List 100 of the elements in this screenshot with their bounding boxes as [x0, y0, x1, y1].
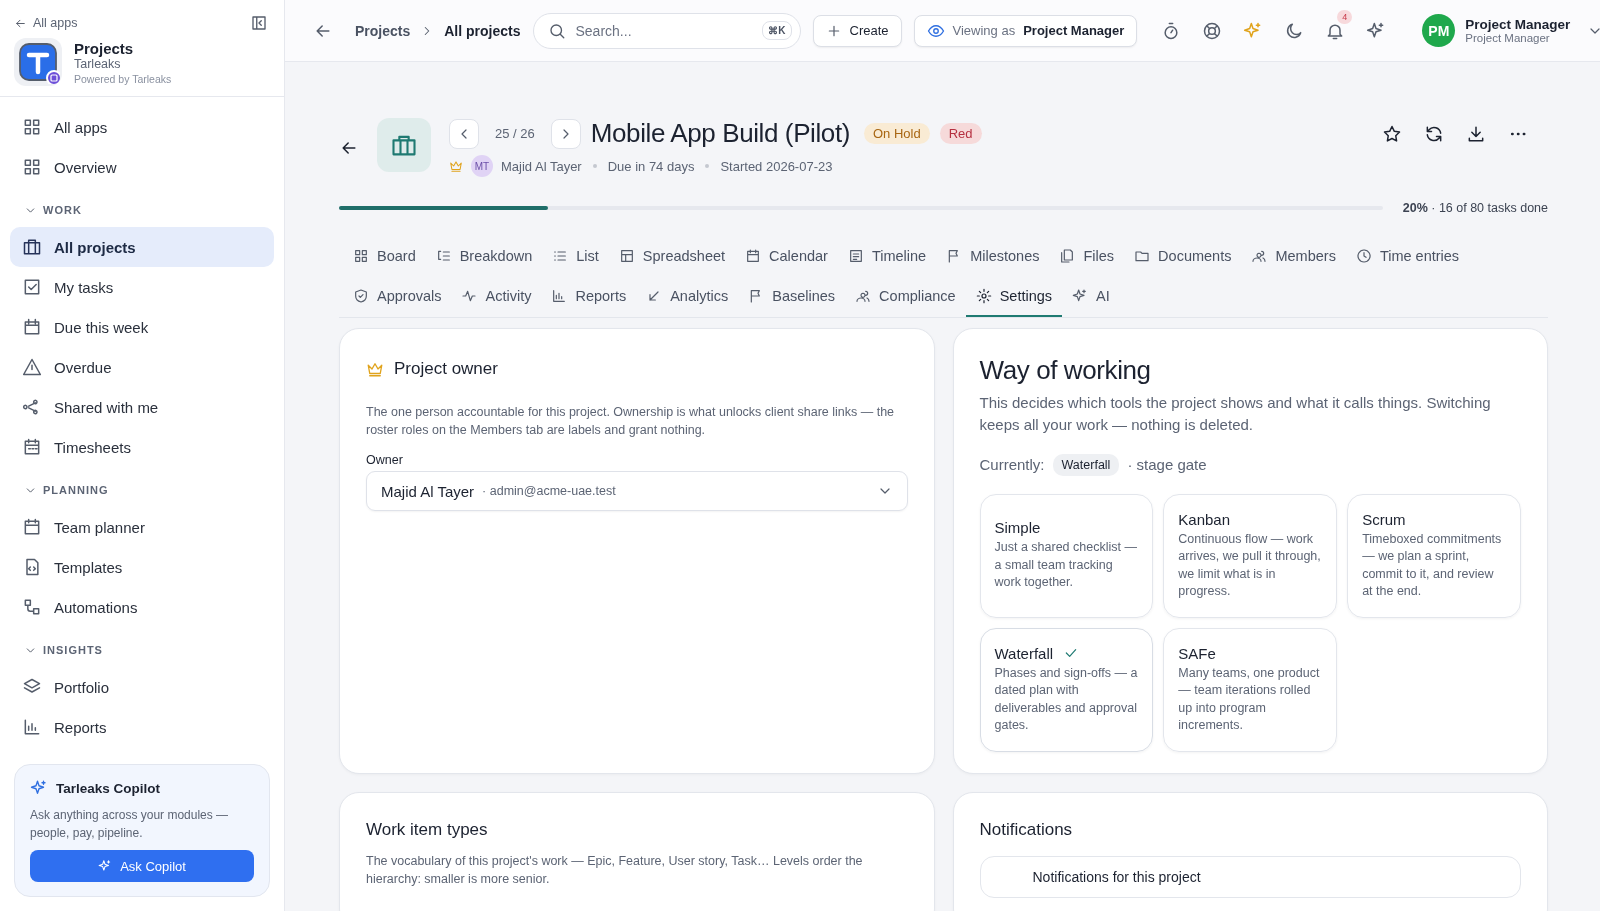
start-date: Started 2026-07-23	[720, 158, 833, 174]
table-icon	[618, 248, 635, 264]
search-input[interactable]: Search...	[573, 21, 755, 40]
search-field[interactable]: Search... ⌘K	[532, 12, 801, 49]
section-heading[interactable]: WORK	[10, 187, 274, 227]
briefcase-icon	[377, 118, 431, 172]
ask-copilot-button[interactable]: Ask Copilot	[30, 850, 254, 882]
sidebar-item[interactable]: Templates	[10, 547, 274, 587]
checkbox-icon	[22, 277, 42, 297]
tab[interactable]: Board	[339, 237, 426, 277]
tab[interactable]: Calendar	[735, 237, 838, 277]
bar-chart-icon	[551, 288, 568, 304]
sidebar-item[interactable]: Portfolio	[10, 667, 274, 707]
calendar-icon	[22, 437, 42, 457]
tab[interactable]: AI	[1062, 277, 1120, 317]
warning-icon	[22, 357, 42, 377]
calendar-icon	[22, 317, 42, 337]
crown-icon	[449, 159, 463, 173]
tab[interactable]: List	[542, 237, 609, 277]
currently-label: Currently:	[979, 456, 1045, 473]
tab[interactable]: Settings	[965, 277, 1063, 317]
tab[interactable]: Timeline	[837, 237, 937, 277]
sidebar-item[interactable]: Automations	[10, 587, 274, 627]
sidebar-item[interactable]: Team planner	[10, 507, 274, 547]
sidebar-item[interactable]: Reports	[10, 707, 274, 747]
breadcrumb-link[interactable]: Projects	[355, 22, 411, 39]
sparkle-icon	[1072, 288, 1089, 304]
tab[interactable]: Baselines	[738, 277, 846, 317]
grid-icon	[22, 117, 42, 137]
collapse-sidebar-icon[interactable]	[250, 14, 268, 32]
card-description: This decides which tools the project shows and what it calls things. Switching keeps all your work — nothing is deleted.	[979, 393, 1492, 435]
user-role: Project Manager	[1465, 32, 1551, 44]
copy-icon	[1059, 248, 1076, 264]
progress-text: 20% · 16 of 80 tasks done	[1402, 201, 1548, 215]
method-option[interactable]: Waterfall Phases and sign-offs — a dated plan with deliverables and approval gates.	[979, 627, 1154, 752]
due-date: Due in 74 days	[607, 158, 695, 174]
powered-by-text: Powered by Tarleaks	[74, 72, 172, 85]
section-heading[interactable]: INSIGHTS	[10, 627, 274, 667]
tab[interactable]: Reports	[541, 277, 637, 317]
sidebar-item[interactable]: All projects	[10, 227, 274, 267]
app-logo-icon	[14, 38, 62, 86]
briefcase-icon	[22, 237, 42, 257]
sidebar-item[interactable]: All apps	[10, 107, 274, 147]
tab[interactable]: Breakdown	[425, 237, 543, 277]
current-method-tag: Waterfall	[1052, 453, 1120, 476]
owner-avatar: MT	[471, 155, 493, 177]
breadcrumb-link[interactable]: All projects	[444, 22, 521, 39]
tab[interactable]: Time entries	[1345, 237, 1470, 277]
notification-count: 4	[1337, 9, 1353, 24]
tab[interactable]: Spreadsheet	[608, 237, 736, 277]
tab[interactable]: Members	[1241, 237, 1346, 277]
tab[interactable]: Files	[1049, 237, 1125, 277]
sidebar-item[interactable]: Due this week	[10, 307, 274, 347]
app-name: Projects	[74, 39, 135, 57]
method-option[interactable]: Simple Just a shared checklist — a small team tracking work together.	[979, 493, 1154, 618]
clock-icon	[1355, 248, 1372, 264]
help-icon[interactable]	[1202, 20, 1223, 41]
all-apps-link[interactable]: All apps	[14, 16, 78, 30]
shield-icon	[353, 288, 369, 304]
tab[interactable]: Approvals	[339, 277, 452, 317]
tab[interactable]: Activity	[451, 277, 542, 317]
people-icon	[1251, 248, 1268, 264]
project-counter: 25 / 26	[495, 126, 535, 141]
folder-icon	[1134, 248, 1151, 264]
viewing-as-button[interactable]: Viewing as Project Manager	[913, 14, 1138, 47]
list-icon	[552, 248, 569, 264]
sidebar-item[interactable]: My tasks	[10, 267, 274, 307]
status-badge: On Hold	[863, 123, 930, 144]
grid-icon	[22, 157, 42, 177]
create-button[interactable]: Create	[812, 14, 902, 47]
tab[interactable]: Documents	[1124, 237, 1242, 277]
section-heading[interactable]: PLANNING	[10, 467, 274, 507]
card-title: Notifications	[979, 820, 1074, 840]
notification-row: Notifications for this project	[979, 856, 1521, 898]
tab[interactable]: Compliance	[845, 277, 966, 317]
sidebar-item[interactable]: Timesheets	[10, 427, 274, 467]
card-description: The vocabulary of this project's work — Epic, Feature, User story, Task… Levels order the hierarchy: smaller is more senior.	[366, 853, 864, 889]
owner-select[interactable]: Majid Al Tayer · admin@acme-uae.test	[366, 471, 908, 512]
sidebar-item[interactable]: Overview	[10, 147, 274, 187]
bar-chart-icon	[22, 717, 42, 737]
method-option[interactable]: Scrum Timeboxed commitments — we plan a sprint, commit to it, and review at the end.	[1347, 493, 1521, 618]
method-option[interactable]: SAFe Many teams, one product — team iterations rolled up into program increments.	[1163, 627, 1338, 752]
workflow-icon	[22, 597, 42, 617]
sidebar-item[interactable]: Overdue	[10, 347, 274, 387]
star-icon[interactable]	[1382, 123, 1402, 144]
calendar-icon	[745, 248, 762, 264]
tab[interactable]: Analytics	[636, 277, 739, 317]
user-name: Project Manager	[1465, 17, 1572, 32]
activity-icon	[461, 288, 478, 304]
people-icon	[855, 288, 872, 304]
document-icon	[847, 248, 864, 264]
list-icon	[435, 248, 452, 264]
search-icon	[547, 21, 566, 40]
calendar-icon	[22, 517, 42, 537]
method-option[interactable]: Kanban Continuous flow — work arrives, we pull it through, we limit what is in progress.	[1163, 493, 1338, 618]
sidebar-item[interactable]: Shared with me	[10, 387, 274, 427]
current-method-note: · stage gate	[1127, 456, 1207, 473]
copilot-title: Tarleaks Copilot	[56, 780, 161, 796]
card-description: The one person accountable for this project. Ownership is what unlocks client share links — the roster roles on the Members tab are labels and grant nothing.	[366, 404, 896, 440]
tab[interactable]: Milestones	[936, 237, 1050, 277]
